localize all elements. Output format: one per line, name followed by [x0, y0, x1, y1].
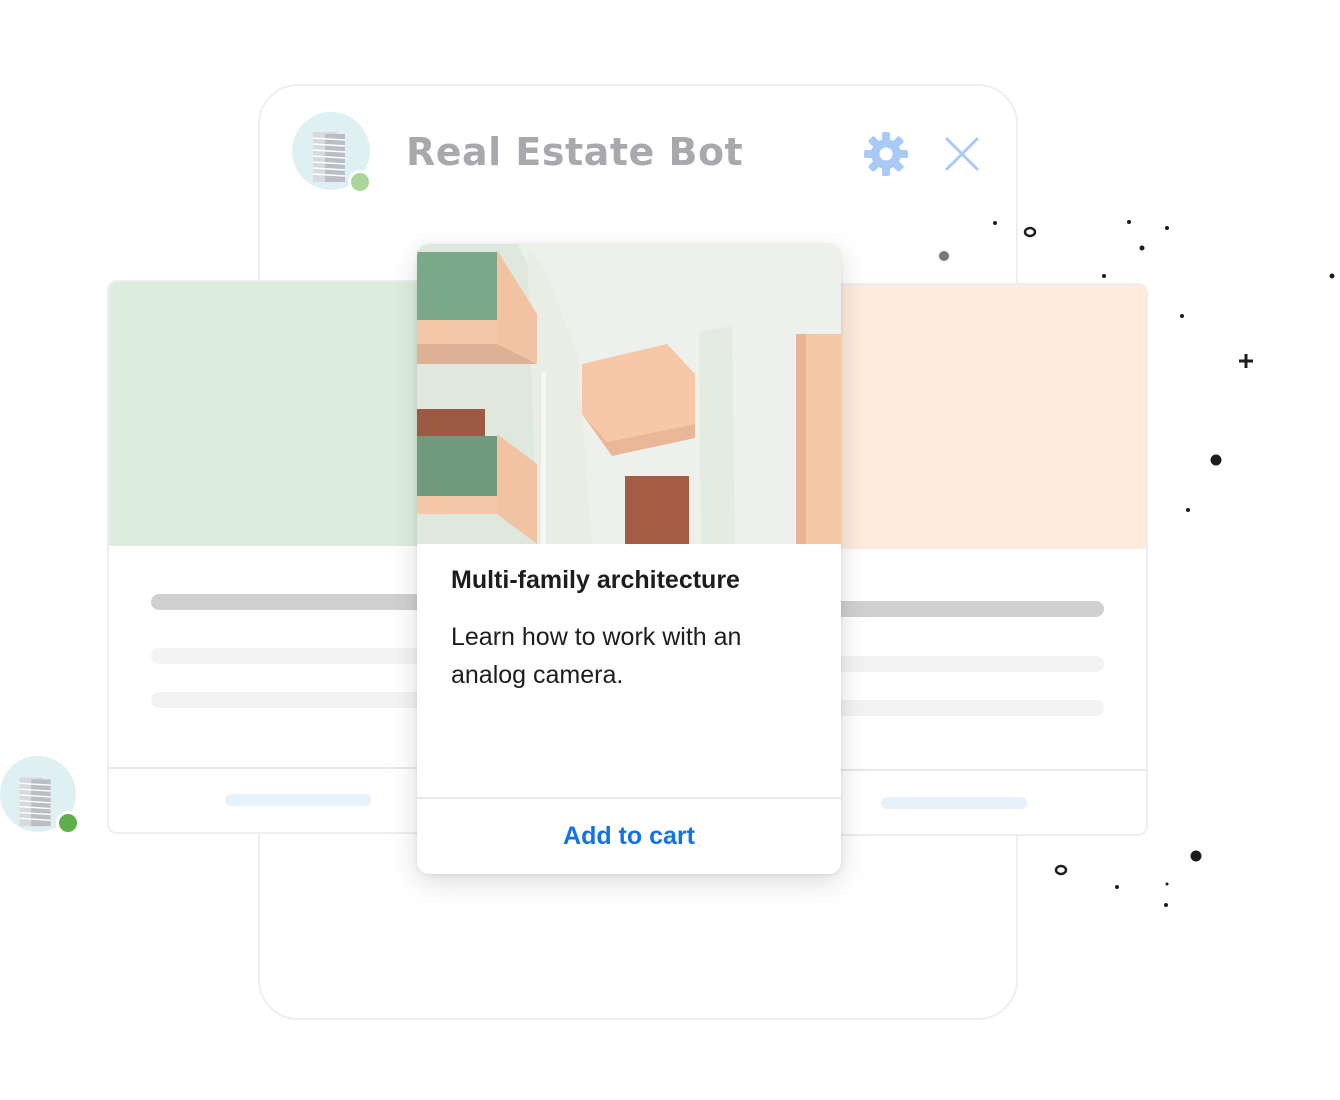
- card-title: Multi-family architecture: [451, 566, 740, 594]
- card-divider: [109, 767, 425, 769]
- carousel-card-right[interactable]: [826, 283, 1148, 836]
- title-placeholder: [151, 594, 425, 610]
- card-divider: [828, 769, 1146, 771]
- gear-icon: [864, 132, 908, 176]
- carousel-card-left[interactable]: [107, 280, 427, 834]
- text-placeholder: [828, 656, 1104, 672]
- card-hero-placeholder: [109, 282, 425, 546]
- button-placeholder: [881, 797, 1027, 809]
- button-placeholder: [225, 794, 371, 806]
- title-placeholder: [828, 601, 1104, 617]
- product-card[interactable]: Multi-family architecture Learn how to w…: [417, 244, 841, 874]
- card-description: Learn how to work with an analog camera.: [451, 623, 742, 689]
- online-status-dot: [56, 811, 80, 835]
- close-button[interactable]: [936, 128, 988, 180]
- text-placeholder: [151, 648, 425, 664]
- bot-name: Real Estate Bot: [406, 130, 744, 174]
- online-status-dot: [348, 170, 372, 194]
- text-placeholder: [151, 692, 425, 708]
- card-hero-placeholder: [828, 285, 1146, 549]
- close-icon: [944, 136, 980, 172]
- building-photo: [417, 244, 841, 544]
- settings-button[interactable]: [860, 128, 912, 180]
- chat-header: Real Estate Bot: [260, 86, 1016, 216]
- add-to-cart-button[interactable]: Add to cart: [417, 799, 841, 874]
- text-placeholder: [828, 700, 1104, 716]
